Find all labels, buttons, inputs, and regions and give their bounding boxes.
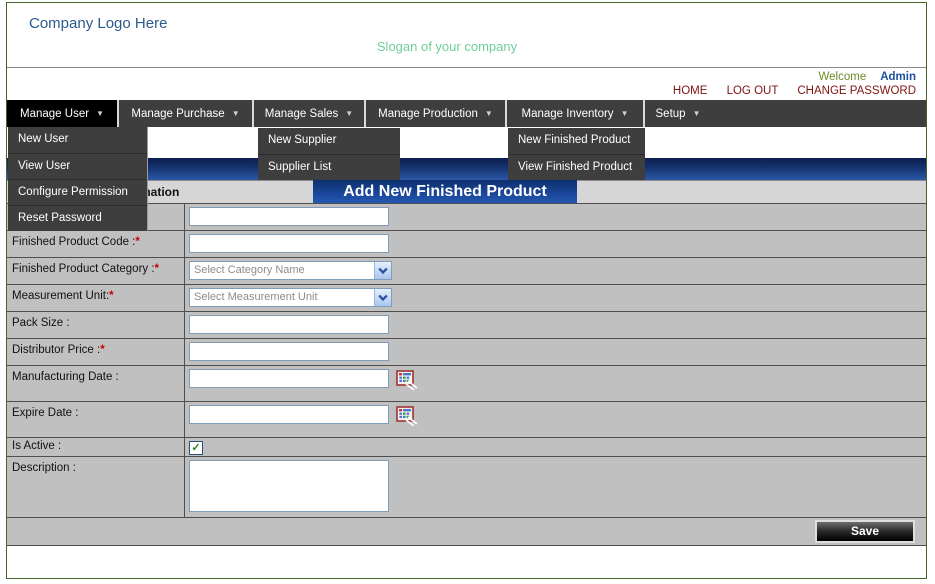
row-measurement-unit: Measurement Unit:* Select Measurement Un… — [7, 285, 926, 312]
change-password-link[interactable]: CHANGE PASSWORD — [797, 85, 916, 97]
menu-manage-inventory[interactable]: Manage Inventory ▼ — [507, 100, 643, 127]
welcome-label: Welcome — [819, 71, 867, 83]
manufacturing-date-label: Manufacturing Date : — [7, 366, 185, 401]
label-text: Finished Product Category : — [12, 263, 155, 275]
row-pack-size: Pack Size : — [7, 312, 926, 339]
category-select[interactable]: Select Category Name — [189, 261, 392, 280]
home-link[interactable]: HOME — [673, 85, 708, 97]
main-menu-bar: Manage User ▼ Manage Purchase ▼ Manage S… — [7, 100, 926, 127]
chevron-down-icon: ▼ — [345, 109, 353, 118]
menu-manage-user[interactable]: Manage User ▼ — [7, 100, 117, 127]
menu-item-view-finished-product[interactable]: View Finished Product — [508, 154, 645, 180]
select-arrow-icon[interactable] — [374, 262, 391, 279]
row-is-active: Is Active : ✓ — [7, 438, 926, 457]
finished-product-form: Finished Product Information Finished Pr… — [7, 180, 926, 546]
required-asterisk: * — [155, 263, 159, 275]
menu-item-new-finished-product[interactable]: New Finished Product — [508, 128, 645, 154]
select-arrow-icon[interactable] — [374, 289, 391, 306]
chevron-down-icon: ▼ — [621, 109, 629, 118]
session-links: HOME LOG OUT CHANGE PASSWORD — [657, 85, 916, 97]
pack-size-label: Pack Size : — [7, 312, 185, 338]
description-textarea[interactable] — [189, 460, 389, 512]
company-logo: Company Logo Here — [29, 15, 167, 32]
measurement-unit-select-value: Select Measurement Unit — [194, 291, 318, 303]
save-button[interactable]: Save — [815, 520, 915, 543]
label-text: Is Active : — [12, 440, 61, 452]
chevron-down-icon: ▼ — [96, 109, 104, 118]
row-distributor-price: Distributor Price :* — [7, 339, 926, 366]
menu-setup[interactable]: Setup ▼ — [645, 100, 711, 127]
product-name-input[interactable] — [189, 207, 389, 226]
calendar-icon[interactable] — [396, 406, 418, 431]
manufacturing-date-input[interactable] — [189, 369, 389, 388]
product-code-label: Finished Product Code :* — [7, 231, 185, 257]
calendar-icon[interactable] — [396, 370, 418, 395]
page-title: Add New Finished Product — [313, 180, 577, 203]
chevron-down-icon: ▼ — [693, 109, 701, 118]
menu-label: Setup — [656, 108, 686, 120]
required-asterisk: * — [109, 290, 113, 302]
label-text: Distributor Price : — [12, 344, 100, 356]
page-header: Company Logo Here Slogan of your company — [7, 3, 926, 68]
menu-label: Manage Purchase — [131, 108, 224, 120]
measurement-unit-select[interactable]: Select Measurement Unit — [189, 288, 392, 307]
row-product-code: Finished Product Code :* — [7, 231, 926, 258]
chevron-down-icon: ▼ — [232, 109, 240, 118]
finished-product-submenu: New Finished Product View Finished Produ… — [508, 128, 645, 180]
supplier-submenu: New Supplier Supplier List — [258, 128, 400, 180]
username: Admin — [880, 71, 916, 83]
product-category-label: Finished Product Category :* — [7, 258, 185, 284]
row-manufacturing-date: Manufacturing Date : — [7, 366, 926, 402]
user-bar: Welcome Admin HOME LOG OUT CHANGE PASSWOR… — [7, 69, 926, 100]
menu-item-new-user[interactable]: New User — [8, 127, 147, 153]
menu-label: Manage Inventory — [522, 108, 614, 120]
expire-date-input[interactable] — [189, 405, 389, 424]
measurement-unit-label: Measurement Unit:* — [7, 285, 185, 311]
label-text: Pack Size : — [12, 317, 70, 329]
label-text: Manufacturing Date : — [12, 371, 119, 383]
row-expire-date: Expire Date : — [7, 402, 926, 438]
description-label: Description : — [7, 457, 185, 517]
menu-label: Manage User — [20, 108, 89, 120]
company-slogan: Slogan of your company — [7, 39, 887, 54]
is-active-label: Is Active : — [7, 438, 185, 456]
required-asterisk: * — [135, 236, 139, 248]
product-code-input[interactable] — [189, 234, 389, 253]
label-text: Finished Product Code : — [12, 236, 135, 248]
app-window: Company Logo Here Slogan of your company… — [6, 2, 927, 579]
pack-size-input[interactable] — [189, 315, 389, 334]
logout-link[interactable]: LOG OUT — [727, 85, 779, 97]
menu-label: Manage Production — [378, 108, 478, 120]
manage-user-dropdown: New User View User Configure Permission … — [8, 127, 148, 231]
menu-item-new-supplier[interactable]: New Supplier — [258, 128, 400, 154]
label-text: Measurement Unit: — [12, 290, 109, 302]
label-text: Description : — [12, 462, 76, 474]
menu-item-reset-password[interactable]: Reset Password — [8, 205, 147, 231]
menu-manage-sales[interactable]: Manage Sales ▼ — [254, 100, 364, 127]
welcome-line: Welcome Admin — [819, 71, 917, 83]
menu-label: Manage Sales — [265, 108, 339, 120]
required-asterisk: * — [100, 344, 104, 356]
distributor-price-label: Distributor Price :* — [7, 339, 185, 365]
distributor-price-input[interactable] — [189, 342, 389, 361]
label-text: Expire Date : — [12, 407, 78, 419]
row-product-category: Finished Product Category :* Select Cate… — [7, 258, 926, 285]
is-active-checkbox[interactable]: ✓ — [189, 441, 203, 455]
row-save: Save — [7, 518, 926, 546]
menu-item-supplier-list[interactable]: Supplier List — [258, 154, 400, 180]
chevron-down-icon: ▼ — [485, 109, 493, 118]
menu-manage-purchase[interactable]: Manage Purchase ▼ — [119, 100, 252, 127]
expire-date-label: Expire Date : — [7, 402, 185, 437]
category-select-value: Select Category Name — [194, 264, 305, 276]
menu-manage-production[interactable]: Manage Production ▼ — [366, 100, 505, 127]
menu-item-configure-permission[interactable]: Configure Permission — [8, 179, 147, 205]
row-description: Description : — [7, 457, 926, 518]
menu-item-view-user[interactable]: View User — [8, 153, 147, 179]
